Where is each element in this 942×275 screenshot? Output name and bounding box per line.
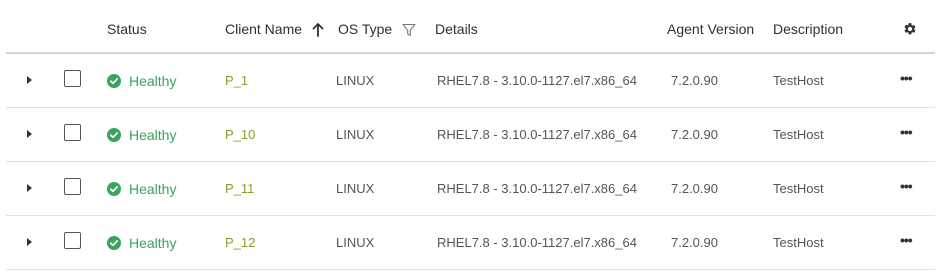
table-row[interactable]: Healthy P_11 LINUX RHEL7.8 - 3.10.0-1127… [6, 162, 935, 216]
gear-icon[interactable] [903, 22, 917, 36]
row-checkbox[interactable] [64, 70, 81, 87]
column-header-agent-version[interactable]: Agent Version [667, 6, 754, 52]
description-cell: TestHost [773, 235, 824, 250]
row-checkbox[interactable] [64, 178, 81, 195]
column-header-client-name[interactable]: Client Name [225, 6, 324, 52]
check-circle-icon [107, 181, 121, 196]
agent-version-cell: 7.2.0.90 [671, 127, 718, 142]
row-checkbox[interactable] [64, 232, 81, 249]
column-header-description[interactable]: Description [773, 6, 843, 52]
more-horizontal-icon[interactable]: ••• [900, 108, 913, 161]
table-row[interactable]: Healthy P_12 LINUX RHEL7.8 - 3.10.0-1127… [6, 216, 935, 270]
caret-right-icon[interactable] [27, 76, 32, 84]
more-horizontal-icon[interactable]: ••• [900, 216, 913, 269]
column-header-status[interactable]: Status [107, 6, 147, 52]
check-circle-icon [107, 127, 121, 142]
caret-right-icon[interactable] [27, 184, 32, 192]
more-horizontal-icon[interactable]: ••• [900, 162, 913, 215]
description-cell: TestHost [773, 181, 824, 196]
filter-icon[interactable] [402, 23, 416, 37]
os-type-cell: LINUX [336, 73, 375, 88]
column-header-client-name-label: Client Name [225, 21, 303, 37]
more-horizontal-icon[interactable]: ••• [900, 54, 913, 107]
caret-right-icon[interactable] [27, 130, 32, 138]
agent-version-cell: 7.2.0.90 [671, 181, 718, 196]
client-name-link[interactable]: P_1 [225, 54, 248, 107]
status-cell: Healthy [107, 108, 176, 161]
details-cell: RHEL7.8 - 3.10.0-1127.el7.x86_64 [437, 235, 637, 250]
client-name-link[interactable]: P_11 [225, 162, 254, 215]
status-label: Healthy [129, 234, 177, 251]
check-circle-icon [107, 235, 121, 250]
caret-right-icon[interactable] [27, 238, 32, 246]
status-cell: Healthy [107, 216, 176, 269]
sort-ascending-icon[interactable] [312, 23, 324, 38]
details-cell: RHEL7.8 - 3.10.0-1127.el7.x86_64 [437, 73, 637, 88]
status-label: Healthy [129, 126, 177, 143]
description-cell: TestHost [773, 127, 824, 142]
client-name-link[interactable]: P_12 [225, 216, 255, 269]
column-header-details[interactable]: Details [435, 6, 478, 52]
clients-table: Status Client Name OS Type Details Agent… [0, 0, 942, 275]
status-label: Healthy [129, 180, 177, 197]
details-cell: RHEL7.8 - 3.10.0-1127.el7.x86_64 [437, 181, 637, 196]
agent-version-cell: 7.2.0.90 [671, 235, 718, 250]
os-type-cell: LINUX [336, 127, 375, 142]
table-row[interactable]: Healthy P_10 LINUX RHEL7.8 - 3.10.0-1127… [6, 108, 935, 162]
agent-version-cell: 7.2.0.90 [671, 73, 718, 88]
status-cell: Healthy [107, 54, 176, 107]
row-checkbox[interactable] [64, 124, 81, 141]
client-name-link[interactable]: P_10 [225, 108, 255, 161]
os-type-cell: LINUX [336, 235, 375, 250]
status-label: Healthy [129, 72, 177, 89]
column-header-os-type[interactable]: OS Type [338, 6, 416, 52]
details-cell: RHEL7.8 - 3.10.0-1127.el7.x86_64 [437, 127, 637, 142]
column-header-os-type-label: OS Type [338, 21, 393, 37]
status-cell: Healthy [107, 162, 176, 215]
description-cell: TestHost [773, 73, 824, 88]
check-circle-icon [107, 73, 121, 88]
os-type-cell: LINUX [336, 181, 375, 196]
table-header: Status Client Name OS Type Details Agent… [6, 6, 935, 54]
table-row[interactable]: Healthy P_1 LINUX RHEL7.8 - 3.10.0-1127.… [6, 54, 935, 108]
